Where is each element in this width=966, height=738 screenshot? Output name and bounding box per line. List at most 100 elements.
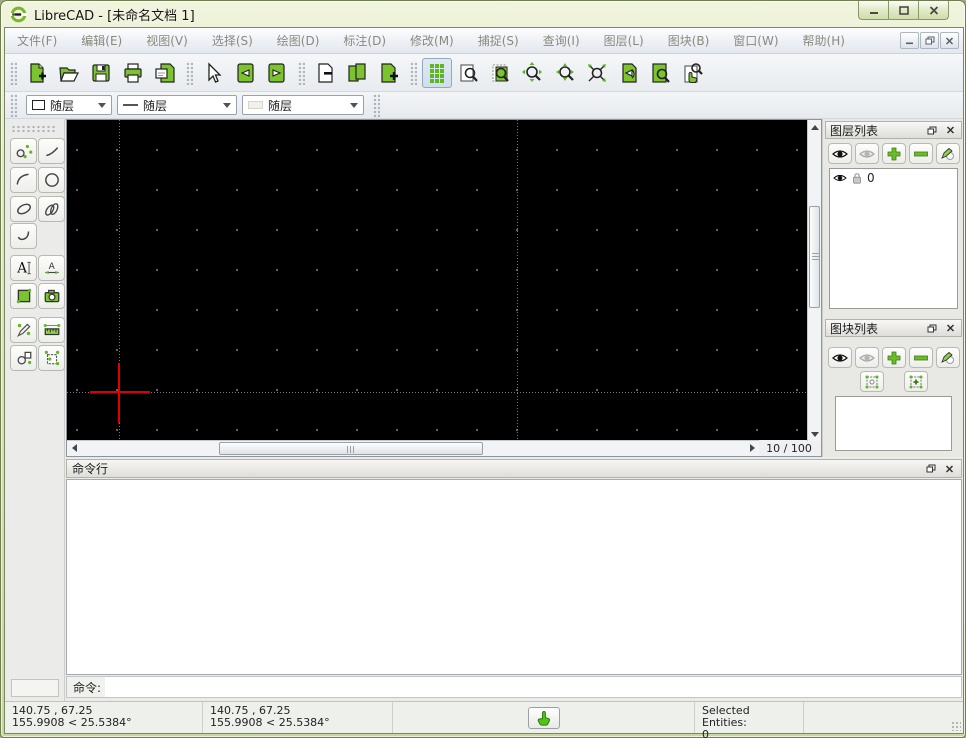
remove-layer-button[interactable] (909, 143, 933, 164)
menu-layer[interactable]: 图层(L) (604, 32, 644, 49)
polyline-tool-button[interactable] (10, 223, 37, 249)
drawing-canvas[interactable] (67, 120, 807, 440)
mdi-restore-button[interactable] (920, 32, 939, 49)
vertical-scrollbar[interactable] (807, 120, 821, 441)
add-layer-button[interactable] (882, 143, 906, 164)
menu-modify[interactable]: 修改(M) (410, 32, 454, 49)
menu-help[interactable]: 帮助(H) (803, 32, 845, 49)
toolbar-drag-handle[interactable] (409, 61, 417, 85)
line-width-combobox[interactable]: 随层 (117, 95, 237, 115)
copy-button[interactable] (342, 58, 372, 88)
paste-button[interactable] (374, 58, 404, 88)
command-history[interactable] (66, 479, 962, 675)
line-type-combobox[interactable]: 随层 (242, 95, 364, 115)
scroll-left-button[interactable] (67, 441, 81, 455)
zoom-auto-button[interactable] (518, 58, 548, 88)
line-tool-button[interactable] (38, 138, 65, 164)
zoom-pan-button[interactable] (678, 58, 708, 88)
toolbar-drag-handle[interactable] (11, 125, 57, 132)
hatch-tool-button[interactable] (10, 283, 37, 309)
menu-file[interactable]: 文件(F) (17, 32, 57, 49)
arc-tool-button[interactable] (10, 167, 37, 193)
menu-dimension[interactable]: 标注(D) (343, 32, 386, 49)
resize-grip[interactable] (951, 721, 961, 731)
command-close-button[interactable] (942, 462, 956, 475)
color-combobox[interactable]: 随层 (26, 95, 112, 115)
edit-block-button[interactable] (860, 371, 884, 392)
circle-tool-button[interactable] (38, 167, 65, 193)
block-tool-button[interactable] (10, 345, 37, 371)
print-button[interactable] (118, 58, 148, 88)
menu-select[interactable]: 选择(S) (212, 32, 253, 49)
points-tool-button[interactable] (10, 138, 37, 164)
scroll-up-button[interactable] (808, 120, 822, 134)
mdi-minimize-button[interactable] (900, 32, 919, 49)
insert-block-button[interactable] (904, 371, 928, 392)
block-list-titlebar[interactable]: 图块列表 (825, 319, 962, 337)
edit-layer-button[interactable] (936, 143, 960, 164)
hide-all-layers-button[interactable] (855, 143, 879, 164)
layer-list[interactable]: 0 (829, 168, 958, 309)
measure-tool-button[interactable] (38, 317, 65, 343)
layer-list-close-button[interactable] (943, 124, 957, 137)
snap-hand-button[interactable] (528, 707, 560, 729)
close-button[interactable] (918, 1, 949, 20)
layer-row[interactable]: 0 (830, 169, 957, 187)
menu-edit[interactable]: 编辑(E) (81, 32, 122, 49)
ellipse-tool-button[interactable] (10, 196, 37, 222)
toolbar-drag-handle[interactable] (185, 61, 193, 85)
horizontal-scrollbar[interactable] (67, 440, 759, 456)
zoom-redraw-button[interactable] (550, 58, 580, 88)
layer-list-titlebar[interactable]: 图层列表 (825, 121, 962, 139)
menu-snap[interactable]: 捕捉(S) (478, 32, 519, 49)
layer-visible-icon[interactable] (833, 172, 847, 184)
horizontal-scroll-thumb[interactable] (219, 442, 483, 455)
add-block-button[interactable] (882, 347, 906, 368)
select-pointer-button[interactable] (198, 58, 228, 88)
zoom-out-button[interactable] (454, 58, 484, 88)
block-list-float-button[interactable] (925, 322, 939, 335)
maximize-button[interactable] (888, 1, 919, 20)
modify-tool-button[interactable] (10, 317, 37, 343)
zoom-in-button[interactable] (486, 58, 516, 88)
block-list[interactable] (835, 396, 952, 451)
toolbar-drag-handle[interactable] (297, 61, 305, 85)
zoom-page-button[interactable] (646, 58, 676, 88)
new-file-button[interactable] (22, 58, 52, 88)
save-button[interactable] (86, 58, 116, 88)
layer-list-float-button[interactable] (925, 124, 939, 137)
mdi-close-button[interactable] (940, 32, 959, 49)
toolbar-drag-handle[interactable] (9, 61, 17, 85)
open-file-button[interactable] (54, 58, 84, 88)
cut-button[interactable] (310, 58, 340, 88)
command-input[interactable] (105, 677, 961, 697)
redo-button[interactable] (262, 58, 292, 88)
block-list-close-button[interactable] (943, 322, 957, 335)
explode-tool-button[interactable] (38, 345, 65, 371)
minimize-button[interactable] (858, 1, 889, 20)
grid-toggle-button[interactable] (422, 58, 452, 88)
scroll-down-button[interactable] (808, 427, 822, 441)
menu-view[interactable]: 视图(V) (146, 32, 188, 49)
show-all-layers-button[interactable] (828, 143, 852, 164)
edit-block-attributes-button[interactable] (936, 347, 960, 368)
vertical-scroll-thumb[interactable] (809, 206, 820, 308)
menu-draw[interactable]: 绘图(D) (277, 32, 320, 49)
menu-window[interactable]: 窗口(W) (733, 32, 778, 49)
toolbar-drag-handle[interactable] (372, 93, 380, 117)
undo-button[interactable] (230, 58, 260, 88)
view-previous-button[interactable] (614, 58, 644, 88)
command-float-button[interactable] (924, 462, 938, 475)
menu-block[interactable]: 图块(B) (668, 32, 710, 49)
image-tool-button[interactable] (38, 283, 65, 309)
print-preview-button[interactable] (150, 58, 180, 88)
hide-all-blocks-button[interactable] (855, 347, 879, 368)
menu-info[interactable]: 查询(I) (543, 32, 580, 49)
text-tool-button[interactable]: A (10, 255, 37, 281)
toolbar-drag-handle[interactable] (9, 93, 17, 117)
remove-block-button[interactable] (909, 347, 933, 368)
command-titlebar[interactable]: 命令行 (66, 459, 962, 478)
spline-tool-button[interactable] (38, 196, 65, 222)
dimension-tool-button[interactable]: A (38, 255, 65, 281)
scroll-right-button[interactable] (745, 441, 759, 455)
